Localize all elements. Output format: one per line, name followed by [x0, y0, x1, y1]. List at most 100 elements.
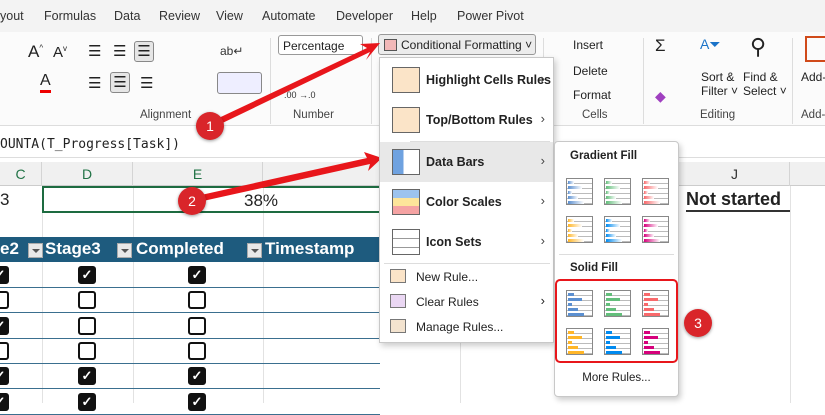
number-format-select[interactable]: Percentage	[278, 35, 363, 55]
column-header-d[interactable]: D	[42, 162, 133, 186]
gradient-fill-data-bar-option[interactable]	[566, 216, 593, 243]
column-header-j[interactable]: J	[680, 162, 790, 186]
align-right-icon[interactable]: ☰	[140, 74, 153, 92]
menu-item-color-scales[interactable]: Color Scales ›	[380, 182, 553, 222]
ribbon-tabs: yout Formulas Data Review View Automate …	[0, 0, 825, 32]
checkbox[interactable]: ✓	[0, 392, 9, 411]
gradient-fill-data-bar-option[interactable]	[642, 216, 669, 243]
table-header: e2 Stage3 Completed Timestamp	[0, 237, 380, 262]
sort-filter-button[interactable]: Sort & Filter ˅	[701, 70, 738, 98]
align-left-icon[interactable]: ☰	[88, 74, 101, 92]
menu-item-icon-sets[interactable]: Icon Sets ›	[380, 222, 553, 262]
header-stage3: Stage3	[45, 239, 101, 258]
menu-item-new-rule[interactable]: New Rule...	[380, 264, 553, 289]
align-center-icon[interactable]: ☰	[110, 72, 130, 93]
decimal-icon[interactable]: .00 →.0	[284, 90, 316, 100]
menu-item-clear-rules[interactable]: Clear Rules ›	[380, 289, 553, 314]
merge-center-icon[interactable]	[217, 72, 262, 94]
wrap-text-icon[interactable]: ab↵	[220, 44, 243, 58]
label: New Rule...	[416, 270, 479, 284]
status-cell[interactable]: Not started	[686, 189, 790, 212]
checkbox[interactable]: ✓	[188, 392, 206, 411]
bar-mark	[568, 181, 574, 184]
bar-mark	[568, 186, 582, 189]
annotation-badge-3: 3	[684, 309, 712, 337]
tab-help[interactable]: Help	[411, 9, 437, 23]
clear-icon[interactable]: ◆	[655, 88, 666, 105]
checkbox[interactable]: ✓	[0, 316, 9, 335]
checkbox[interactable]: ✓	[0, 266, 9, 284]
increase-font-icon[interactable]: A^	[28, 42, 43, 62]
tab-automate[interactable]: Automate	[262, 9, 316, 23]
bar-mark	[644, 201, 660, 204]
checkbox[interactable]: ✓	[0, 367, 9, 386]
filter-dropdown-completed[interactable]	[247, 243, 262, 258]
group-label-number: Number	[293, 109, 334, 121]
checkbox[interactable]	[188, 291, 206, 310]
checkbox[interactable]: ✓	[78, 367, 96, 386]
menu-item-data-bars[interactable]: Data Bars ›	[380, 142, 553, 182]
tab-developer[interactable]: Developer	[336, 9, 393, 23]
bar-mark	[568, 224, 582, 227]
checkbox[interactable]: ✓	[78, 266, 96, 284]
group-label-addins: Add-	[801, 109, 825, 121]
menu-item-top-bottom-rules[interactable]: Top/Bottom Rules ›	[380, 100, 553, 140]
checkbox[interactable]	[78, 316, 96, 335]
menu-item-manage-rules[interactable]: Manage Rules...	[380, 314, 553, 339]
checkbox[interactable]	[0, 341, 9, 360]
gradient-fill-data-bar-option[interactable]	[566, 178, 593, 205]
group-label-alignment: Alignment	[140, 109, 192, 121]
filter-dropdown-stage3[interactable]	[117, 243, 132, 258]
annotation-highlight-box	[555, 279, 678, 363]
align-top-icon[interactable]: ☰	[88, 42, 101, 60]
tab-formulas[interactable]: Formulas	[44, 9, 96, 23]
insert-button[interactable]: Insert	[555, 38, 603, 52]
tab-view[interactable]: View	[216, 9, 243, 23]
tab-page-layout[interactable]: yout	[0, 9, 24, 23]
tab-data[interactable]: Data	[114, 9, 140, 23]
column-header-e[interactable]: E	[133, 162, 263, 186]
gradient-fill-data-bar-option[interactable]	[604, 178, 631, 205]
cf-label: Conditional Formatting	[401, 38, 522, 52]
row-divider	[0, 388, 380, 390]
menu-item-highlight-cells-rules[interactable]: Highlight Cells Rules ›	[380, 60, 553, 100]
column-header-c[interactable]: C	[0, 162, 42, 186]
gradient-fill-data-bar-option[interactable]	[604, 216, 631, 243]
progress-value: 38%	[244, 191, 279, 210]
addins-button[interactable]: Add-	[801, 70, 825, 84]
format-button[interactable]: Format	[555, 88, 611, 102]
filter-dropdown-stage2[interactable]	[28, 243, 43, 258]
tab-review[interactable]: Review	[159, 9, 200, 23]
new-rule-icon	[390, 269, 406, 283]
checkbox[interactable]	[78, 291, 96, 310]
autosum-icon[interactable]: Σ	[655, 36, 666, 56]
row-divider	[0, 413, 380, 415]
bar-mark	[606, 201, 622, 204]
decrease-font-icon[interactable]: Av	[53, 44, 67, 61]
chevron-right-icon: ›	[540, 71, 545, 86]
color-scales-icon	[392, 189, 420, 215]
gradient-fill-data-bar-option[interactable]	[642, 178, 669, 205]
align-bottom-icon[interactable]: ☰	[134, 41, 154, 62]
checkbox[interactable]	[188, 341, 206, 360]
conditional-formatting-button[interactable]: Conditional Formatting ˅	[378, 34, 536, 55]
align-middle-icon[interactable]: ☰	[113, 42, 126, 60]
cell-c1[interactable]: 3	[0, 190, 9, 210]
row-divider	[0, 362, 380, 364]
checkbox[interactable]	[78, 341, 96, 360]
bar-mark	[568, 191, 572, 194]
checkbox[interactable]	[0, 291, 9, 310]
group-label-cells: Cells	[582, 109, 608, 121]
header-stage2: e2	[0, 239, 19, 258]
tab-power-pivot[interactable]: Power Pivot	[457, 9, 524, 23]
checkbox[interactable]	[188, 316, 206, 335]
delete-button[interactable]: Delete	[555, 64, 608, 78]
more-rules-link[interactable]: More Rules...	[555, 372, 678, 384]
chevron-right-icon: ›	[540, 293, 545, 308]
find-select-button[interactable]: Find & Select ˅	[743, 70, 787, 98]
font-color-icon[interactable]: A	[40, 72, 51, 93]
chevron-right-icon: ›	[540, 233, 545, 248]
checkbox[interactable]: ✓	[78, 392, 96, 411]
checkbox[interactable]: ✓	[188, 367, 206, 386]
checkbox[interactable]: ✓	[188, 266, 206, 284]
